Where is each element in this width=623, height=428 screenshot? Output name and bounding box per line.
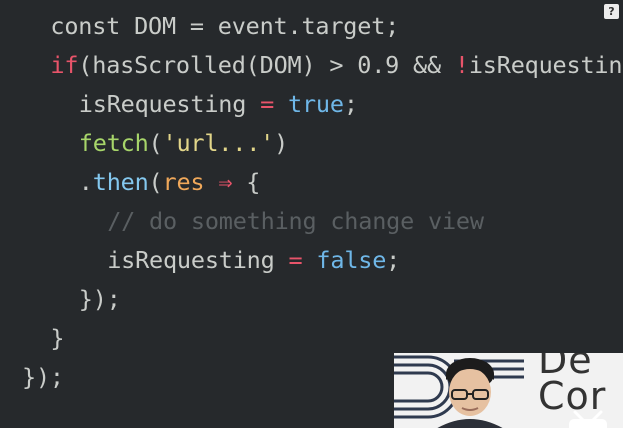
code-token: then: [92, 168, 149, 196]
code-token: {: [232, 168, 261, 196]
presenter-avatar: [437, 358, 503, 428]
code-line: });: [22, 359, 64, 395]
presenter-video-overlay: De Cor: [394, 353, 623, 428]
code-token: });: [22, 363, 64, 391]
code-token: });: [78, 285, 121, 313]
code-token: 'url...': [162, 129, 275, 157]
code-token: (: [148, 168, 163, 196]
code-line: fetch('url...'): [79, 125, 288, 161]
code-token: // do something change view: [107, 207, 484, 235]
code-line: if(hasScrolled(DOM) > 0.9 && !isRequesti…: [50, 47, 623, 83]
code-line: // do something change view: [107, 203, 484, 239]
tv-watermark-icon: [569, 410, 607, 428]
code-token: isRequesting: [107, 246, 289, 274]
video-frame: const DOM = event.target; if(hasScrolled(…: [0, 0, 623, 428]
code-token: if: [50, 51, 79, 79]
code-token: (hasScrolled(DOM) > 0.9 &&: [78, 51, 455, 79]
code-token: ;: [386, 246, 401, 274]
code-token: res: [162, 168, 205, 196]
help-icon[interactable]: ?: [604, 4, 619, 19]
code-line: const DOM = event.target;: [50, 8, 399, 44]
code-token: fetch: [78, 129, 149, 157]
code-token: ⇒: [218, 168, 233, 196]
code-line: .then(res ⇒ {: [78, 164, 261, 200]
code-token: false: [316, 246, 387, 274]
code-line: }: [50, 320, 64, 356]
code-token: }: [50, 324, 65, 352]
code-token: const DOM = event.target;: [50, 12, 400, 40]
code-token: ): [274, 129, 289, 157]
code-token: =: [260, 90, 275, 118]
code-line: });: [79, 281, 121, 317]
code-token: .: [78, 168, 93, 196]
code-token: isRequesting: [468, 51, 623, 79]
code-token: !: [454, 51, 469, 79]
code-token: isRequesting: [78, 90, 261, 118]
code-line: isRequesting = false;: [107, 242, 400, 278]
code-line: isRequesting = true;: [79, 86, 358, 122]
code-token: =: [288, 246, 303, 274]
code-token: true: [288, 90, 344, 118]
code-token: ;: [343, 90, 358, 118]
code-token: (: [148, 129, 163, 157]
